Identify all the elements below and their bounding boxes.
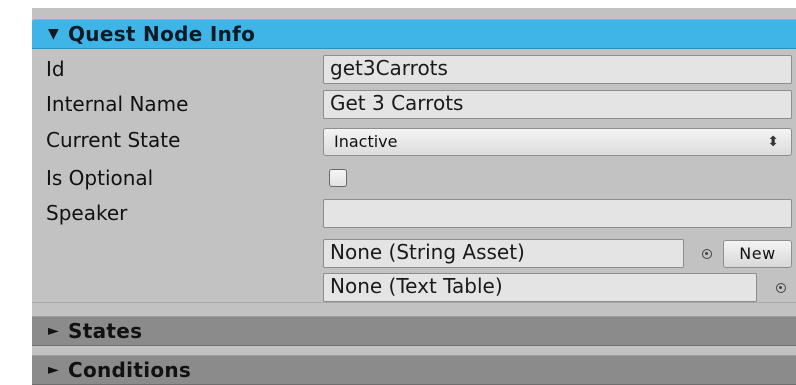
is-optional-checkbox[interactable] <box>329 169 347 187</box>
states-foldout[interactable]: ► States <box>32 316 796 346</box>
internal-name-label: Internal Name <box>46 92 189 116</box>
quest-node-info-foldout[interactable]: ▼ Quest Node Info <box>32 19 796 49</box>
states-title: States <box>68 319 143 343</box>
conditions-title: Conditions <box>68 358 192 382</box>
speaker-label: Speaker <box>46 201 128 225</box>
triangle-down-icon: ▼ <box>48 26 60 42</box>
triangle-right-icon: ► <box>48 323 60 339</box>
id-label: Id <box>46 57 65 81</box>
new-string-asset-button[interactable]: New <box>723 240 792 268</box>
is-optional-label: Is Optional <box>46 166 154 190</box>
string-asset-field[interactable]: None (String Asset) <box>323 239 684 268</box>
current-state-label: Current State <box>46 128 181 152</box>
speaker-field[interactable] <box>323 199 792 228</box>
inspector-panel: ▼ Quest Node Info Id get3Carrots Interna… <box>32 8 796 385</box>
text-table-field[interactable]: None (Text Table) <box>323 273 757 302</box>
dropdown-arrows-icon: ⬍ <box>767 134 779 150</box>
object-picker-icon[interactable] <box>702 249 712 259</box>
id-field[interactable]: get3Carrots <box>323 55 792 84</box>
quest-node-info-title: Quest Node Info <box>68 22 256 46</box>
internal-name-field[interactable]: Get 3 Carrots <box>323 90 792 119</box>
quest-node-info-content: Id get3Carrots Internal Name Get 3 Carro… <box>32 50 796 303</box>
current-state-dropdown[interactable]: Inactive ⬍ <box>323 128 792 156</box>
triangle-right-icon: ► <box>48 362 60 378</box>
object-picker-icon[interactable] <box>776 283 786 293</box>
conditions-foldout[interactable]: ► Conditions <box>32 355 796 385</box>
current-state-value: Inactive <box>334 132 398 151</box>
